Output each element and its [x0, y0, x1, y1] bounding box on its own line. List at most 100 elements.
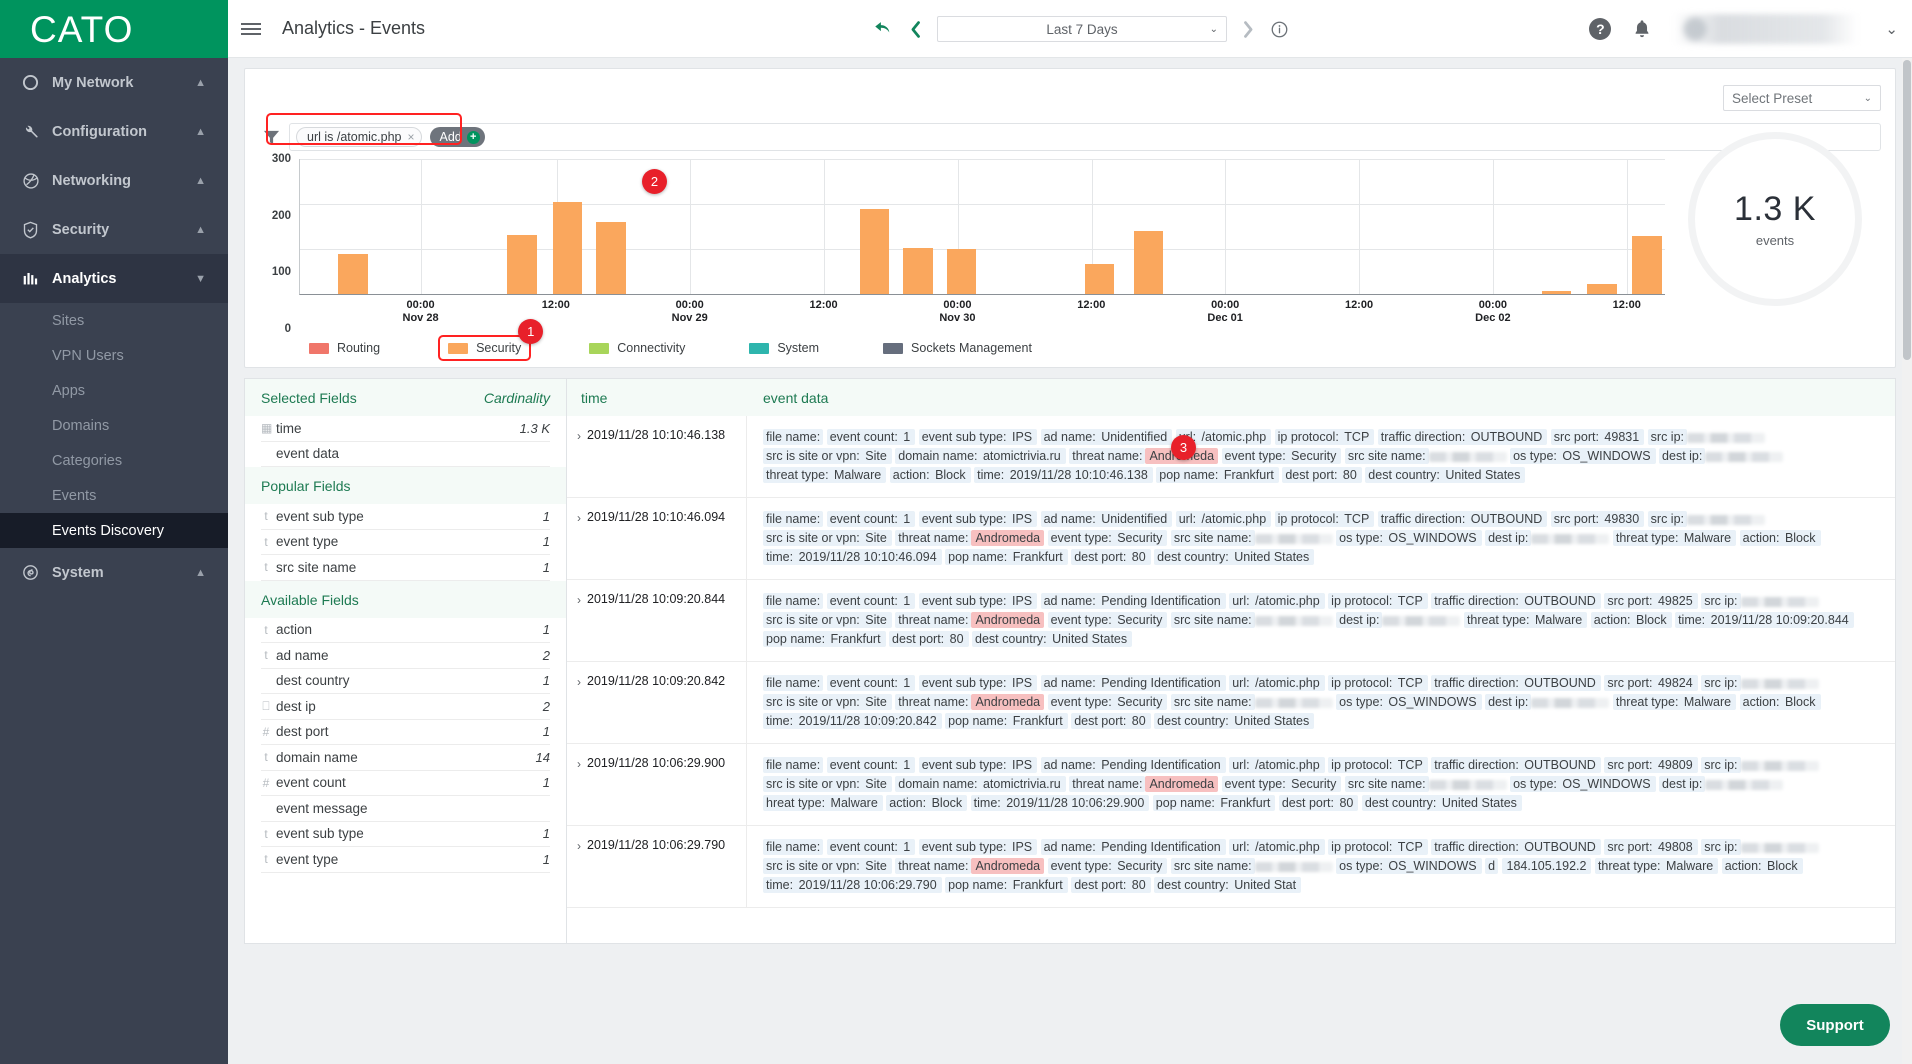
chart-bar[interactable] — [596, 222, 626, 294]
field-row[interactable]: dest country 1 — [261, 669, 550, 694]
field-cardinality: 1 — [542, 851, 550, 867]
event-key: domain name: atomictrivia.ru — [895, 776, 1066, 792]
sidebar-group-analytics[interactable]: Analytics ▼ — [0, 254, 228, 303]
legend-item-routing[interactable]: Routing — [303, 338, 386, 358]
event-value: Security — [1117, 531, 1163, 545]
support-button[interactable]: Support — [1780, 1004, 1890, 1046]
chevron-down-icon[interactable]: ⌄ — [1885, 20, 1898, 38]
sidebar-group-my-network[interactable]: My Network ▲ — [0, 58, 228, 107]
field-row[interactable]: ▦ time 1.3 K — [261, 416, 550, 442]
page-scrollbar-thumb[interactable] — [1903, 60, 1911, 360]
sidebar-item-categories[interactable]: Categories — [0, 443, 228, 478]
field-row[interactable]: ⎕ dest ip 2 — [261, 694, 550, 720]
chart-bar[interactable] — [1542, 291, 1572, 294]
field-row[interactable]: # event count 1 — [261, 771, 550, 796]
chart-bar[interactable] — [1084, 263, 1115, 294]
info-circle-icon[interactable] — [1270, 20, 1289, 39]
legend-item-security[interactable]: Security 1 — [438, 319, 544, 361]
field-row[interactable]: t action 1 — [261, 618, 550, 643]
chevron-right-icon[interactable] — [1241, 20, 1256, 39]
event-value: Site — [865, 613, 887, 627]
redacted-value — [1687, 514, 1766, 525]
field-row[interactable]: event data — [261, 442, 550, 467]
table-row[interactable]: › 2019/11/28 10:06:29.900 file name: event… — [567, 744, 1895, 826]
fields-section-title: Available Fields — [261, 591, 359, 608]
event-time-cell[interactable]: › 2019/11/28 10:06:29.900 — [567, 744, 747, 825]
chevron-left-icon[interactable] — [908, 20, 923, 39]
date-range-select[interactable]: Last 7 Days ⌄ — [937, 16, 1227, 42]
field-row[interactable]: t event type 1 — [261, 847, 550, 873]
sidebar-group-security[interactable]: Security ▲ — [0, 205, 228, 254]
table-row[interactable]: › 2019/11/28 10:06:29.790 file name: event… — [567, 826, 1895, 908]
bell-icon[interactable] — [1633, 19, 1651, 39]
chart-bar[interactable] — [507, 234, 537, 294]
sidebar-item-sites[interactable]: Sites — [0, 303, 228, 338]
table-row[interactable]: › 2019/11/28 10:09:20.844 file name: event… — [567, 580, 1895, 662]
sidebar-item-vpn-users[interactable]: VPN Users — [0, 338, 228, 373]
redacted-value — [1531, 533, 1610, 544]
event-key: event count: 1 — [826, 593, 916, 609]
table-row[interactable]: › 2019/11/28 10:10:46.138 file name: event… — [567, 416, 1895, 498]
ip-type-icon: ⎕ — [262, 698, 270, 713]
chart-bar[interactable] — [903, 248, 933, 294]
filter-chip[interactable]: url is /atomic.php × — [296, 127, 422, 147]
field-row[interactable]: t event type 1 — [261, 530, 550, 555]
event-key: threat type: Malware — [1612, 530, 1737, 546]
chart-bar[interactable] — [947, 249, 977, 294]
filter-funnel-icon[interactable] — [259, 129, 283, 146]
filter-bar[interactable]: url is /atomic.php × Add + — [289, 123, 1881, 151]
field-row[interactable]: t event sub type 1 — [261, 504, 550, 530]
field-row[interactable]: t domain name 14 — [261, 745, 550, 771]
chart-bar[interactable] — [552, 201, 582, 294]
field-row[interactable]: t ad name 2 — [261, 643, 550, 669]
chevron-right-icon[interactable]: › — [577, 510, 581, 526]
event-value: OUTBOUND — [1524, 594, 1596, 608]
event-value: OUTBOUND — [1524, 758, 1596, 772]
field-row[interactable]: t event sub type 1 — [261, 822, 550, 847]
chevron-right-icon[interactable]: › — [577, 674, 581, 690]
field-row[interactable]: # dest port 1 — [261, 720, 550, 745]
brand-logo[interactable]: CATO — [0, 0, 228, 58]
chevron-right-icon[interactable]: › — [577, 592, 581, 608]
event-value: Site — [865, 777, 887, 791]
event-key: src port: 49824 — [1604, 675, 1698, 691]
field-name-wrap: event data — [261, 446, 339, 461]
add-filter-button[interactable]: Add + — [429, 127, 485, 147]
event-key: time: 2019/11/28 10:06:29.790 — [763, 877, 942, 893]
sidebar-group-system[interactable]: System ▲ — [0, 548, 228, 597]
sidebar-item-domains[interactable]: Domains — [0, 408, 228, 443]
legend-item-connectivity[interactable]: Connectivity — [583, 338, 691, 358]
event-time-cell[interactable]: › 2019/11/28 10:09:20.842 — [567, 662, 747, 743]
event-time-cell[interactable]: › 2019/11/28 10:10:46.094 — [567, 498, 747, 579]
help-icon[interactable]: ? — [1589, 18, 1612, 40]
legend-item-system[interactable]: System — [743, 338, 825, 358]
sidebar-item-events-discovery[interactable]: Events Discovery — [0, 513, 228, 548]
event-time-cell[interactable]: › 2019/11/28 10:06:29.790 — [567, 826, 747, 907]
chart-bar[interactable] — [1632, 235, 1662, 294]
table-row[interactable]: › 2019/11/28 10:09:20.842 file name: event… — [567, 662, 1895, 744]
avatar[interactable] — [1673, 14, 1864, 44]
close-icon[interactable]: × — [407, 130, 414, 144]
sidebar-group-configuration[interactable]: Configuration ▲ — [0, 107, 228, 156]
chevron-right-icon[interactable]: › — [577, 756, 581, 772]
chevron-right-icon[interactable]: › — [577, 428, 581, 444]
chart-bar[interactable] — [1587, 284, 1617, 294]
legend-item-sockets-management[interactable]: Sockets Management — [877, 338, 1038, 358]
event-time-cell[interactable]: › 2019/11/28 10:10:46.138 — [567, 416, 747, 497]
chart-bar[interactable] — [338, 253, 368, 294]
chart-bar[interactable] — [1134, 231, 1164, 294]
hamburger-icon[interactable] — [228, 20, 274, 38]
event-key: traffic direction: OUTBOUND — [1377, 511, 1548, 527]
event-time-cell[interactable]: › 2019/11/28 10:09:20.844 — [567, 580, 747, 661]
chevron-right-icon[interactable]: › — [577, 838, 581, 854]
table-row[interactable]: › 2019/11/28 10:10:46.094 file name: event… — [567, 498, 1895, 580]
sidebar-item-apps[interactable]: Apps — [0, 373, 228, 408]
field-row[interactable]: t src site name 1 — [261, 555, 550, 581]
preset-select[interactable]: Select Preset ⌄ — [1723, 85, 1881, 111]
undo-arrow-icon[interactable] — [873, 19, 894, 40]
chart-bar[interactable] — [859, 208, 889, 294]
sidebar-item-events[interactable]: Events — [0, 478, 228, 513]
field-row[interactable]: event message — [261, 796, 550, 822]
sidebar-group-networking[interactable]: Networking ▲ — [0, 156, 228, 205]
event-value: /atomic.php — [1201, 430, 1267, 444]
